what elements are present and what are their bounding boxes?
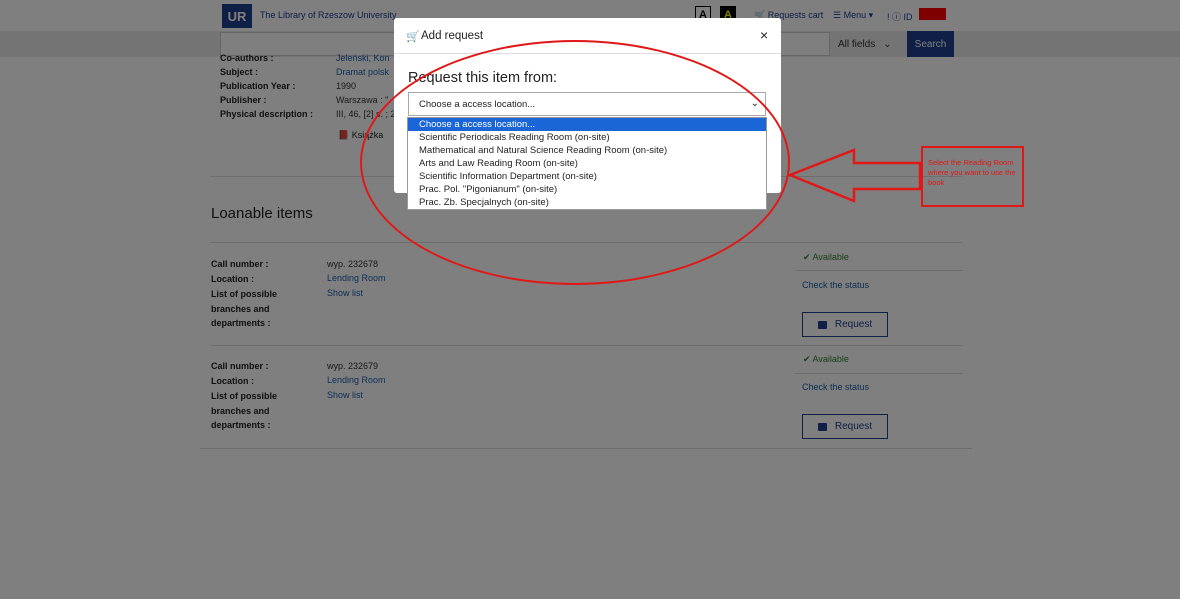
annotation-arrow bbox=[788, 148, 922, 203]
modal-title: Add request bbox=[421, 30, 484, 42]
cart-icon: 🛒 bbox=[406, 31, 420, 43]
annotation-note: Select the Reading Room where you want t… bbox=[921, 146, 1024, 207]
annotation-ellipse bbox=[360, 40, 790, 285]
close-button[interactable]: × bbox=[760, 27, 768, 43]
